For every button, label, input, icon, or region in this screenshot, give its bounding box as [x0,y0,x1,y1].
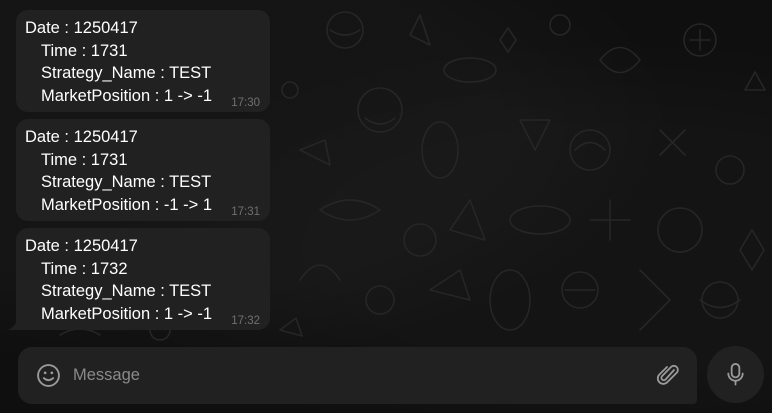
message-time-line: Time : 1731 [41,41,128,60]
message-position-line: MarketPosition : 1 -> -1 [41,304,213,323]
message-date-line: Date : 1250417 [25,128,138,146]
microphone-icon [727,363,744,386]
message-bubble[interactable]: Date : 1250417 Time : 1732 Strategy_Name… [8,228,270,330]
message-position-line: MarketPosition : -1 -> 1 [41,195,213,214]
message-strategy-line: Strategy_Name : TEST [41,64,212,83]
message-timestamp: 17:32 [231,315,260,327]
bubble-tail [8,318,18,330]
message-date-line: Date : 1250417 [25,19,138,37]
smiley-icon[interactable] [36,363,61,388]
message-time-line: Time : 1732 [41,259,128,278]
message-timestamp: 17:30 [231,97,260,109]
message-position-line: MarketPosition : 1 -> -1 [41,86,213,105]
message-date-line: Date : 1250417 [25,237,138,255]
message-timestamp: 17:31 [231,206,260,218]
message-strategy-line: Strategy_Name : TEST [41,173,212,192]
paperclip-icon[interactable] [656,362,680,388]
message-bubble[interactable]: Date : 1250417 Time : 1731 Strategy_Name… [16,119,270,221]
message-composer[interactable]: Message [18,347,697,404]
message-list[interactable]: Date : 1250417 Time : 1731 Strategy_Name… [8,10,416,337]
voice-record-button[interactable] [707,346,764,403]
message-bubble[interactable]: Date : 1250417 Time : 1731 Strategy_Name… [16,10,270,112]
message-time-line: Time : 1731 [41,150,128,169]
message-input[interactable]: Message [73,365,140,385]
message-strategy-line: Strategy_Name : TEST [41,282,212,301]
